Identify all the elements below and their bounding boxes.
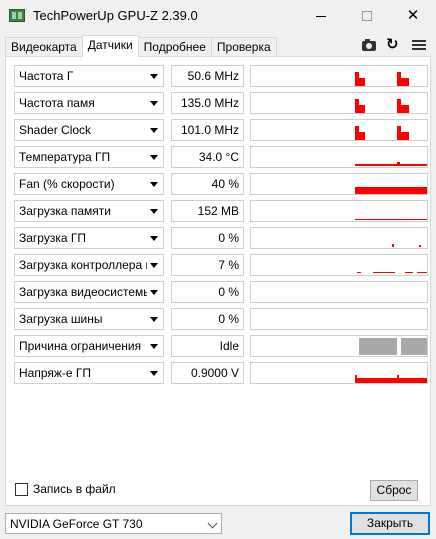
sensor-graph [250, 227, 428, 249]
window-title: TechPowerUp GPU-Z 2.39.0 [33, 8, 198, 23]
tab-bar: Видеокарта Датчики Подробнее Проверка [5, 35, 277, 57]
dropdown-arrow-icon [150, 344, 158, 349]
dropdown-arrow-icon [150, 290, 158, 295]
sensor-dropdown[interactable]: Температура ГП [14, 146, 164, 168]
sensor-label: Загрузка видеосистемы [19, 285, 147, 299]
sensor-row: Напряж-е ГП 0.9000 V [14, 362, 428, 384]
sensor-row: Загрузка памяти 152 MB [14, 200, 428, 222]
chevron-down-icon [207, 518, 218, 529]
sensor-label: Напряж-е ГП [19, 366, 92, 380]
sensor-value: 152 MB [171, 200, 244, 222]
tab-sensors[interactable]: Датчики [81, 35, 139, 57]
sensor-row: Причина ограничения Idle [14, 335, 428, 357]
tab-advanced[interactable]: Подробнее [137, 37, 212, 57]
sensor-graph [250, 281, 428, 303]
sensor-value: 101.0 MHz [171, 119, 244, 141]
sensor-graph [250, 254, 428, 276]
close-window-button[interactable]: ✕ [390, 0, 436, 31]
sensor-label: Shader Clock [19, 123, 92, 137]
sensor-dropdown[interactable]: Причина ограничения [14, 335, 164, 357]
refresh-icon[interactable]: ↻ [386, 37, 402, 52]
sensor-dropdown[interactable]: Загрузка контроллера пам. [14, 254, 164, 276]
gpu-select-value: NVIDIA GeForce GT 730 [10, 517, 143, 531]
close-button[interactable]: Закрыть [350, 512, 430, 535]
sensor-dropdown[interactable]: Загрузка видеосистемы [14, 281, 164, 303]
sensor-value: 50.6 MHz [171, 65, 244, 87]
sensor-label: Загрузка памяти [19, 204, 111, 218]
menu-icon[interactable] [412, 38, 426, 52]
sensor-graph [250, 119, 428, 141]
sensor-dropdown[interactable]: Частота Г [14, 65, 164, 87]
gpu-select[interactable]: NVIDIA GeForce GT 730 [5, 513, 222, 534]
reset-button[interactable]: Сброс [370, 480, 418, 501]
sensor-label: Частота памя [19, 96, 95, 110]
close-icon: ✕ [406, 7, 420, 24]
sensor-value: 135.0 MHz [171, 92, 244, 114]
sensor-value: 7 % [171, 254, 244, 276]
maximize-icon [362, 11, 372, 22]
tab-graphics-card[interactable]: Видеокарта [5, 37, 83, 57]
dropdown-arrow-icon [150, 236, 158, 241]
sensor-dropdown[interactable]: Загрузка шины [14, 308, 164, 330]
dropdown-arrow-icon [150, 182, 158, 187]
sensor-value: 34.0 °C [171, 146, 244, 168]
sensor-label: Загрузка ГП [19, 231, 86, 245]
sensor-row: Fan (% скорости) 40 % [14, 173, 428, 195]
dropdown-arrow-icon [150, 371, 158, 376]
sensor-graph [250, 65, 428, 87]
sensor-value: Idle [171, 335, 244, 357]
sensor-graph [250, 362, 428, 384]
sensor-row: Загрузка контроллера пам. 7 % [14, 254, 428, 276]
sensor-value: 0 % [171, 308, 244, 330]
sensor-row: Частота памя 135.0 MHz [14, 92, 428, 114]
sensor-value: 0.9000 V [171, 362, 244, 384]
dropdown-arrow-icon [150, 128, 158, 133]
sensor-row: Загрузка ГП 0 % [14, 227, 428, 249]
log-to-file[interactable]: Запись в файл [15, 482, 116, 496]
sensor-graph [250, 308, 428, 330]
log-to-file-checkbox[interactable] [15, 482, 28, 496]
sensor-label: Загрузка контроллера пам. [19, 258, 147, 272]
sensor-label: Загрузка шины [19, 312, 103, 326]
sensor-label: Причина ограничения [19, 339, 142, 353]
camera-icon[interactable] [362, 39, 376, 51]
sensor-label: Частота Г [19, 69, 74, 83]
dropdown-arrow-icon [150, 209, 158, 214]
sensor-value: 0 % [171, 227, 244, 249]
sensor-label: Температура ГП [19, 150, 111, 164]
sensor-graph [250, 173, 428, 195]
sensor-row: Температура ГП 34.0 °C [14, 146, 428, 168]
log-to-file-label: Запись в файл [33, 482, 116, 496]
sensor-value: 40 % [171, 173, 244, 195]
sensor-row: Shader Clock 101.0 MHz [14, 119, 428, 141]
sensor-dropdown[interactable]: Загрузка памяти [14, 200, 164, 222]
sensor-dropdown[interactable]: Напряж-е ГП [14, 362, 164, 384]
sensor-dropdown[interactable]: Частота памя [14, 92, 164, 114]
sensor-dropdown[interactable]: Shader Clock [14, 119, 164, 141]
sensor-row: Загрузка шины 0 % [14, 308, 428, 330]
maximize-button[interactable] [344, 0, 390, 31]
minimize-button[interactable] [298, 0, 344, 31]
sensor-graph [250, 146, 428, 168]
sensor-dropdown[interactable]: Загрузка ГП [14, 227, 164, 249]
tab-validation[interactable]: Проверка [210, 37, 277, 57]
dropdown-arrow-icon [150, 317, 158, 322]
minimize-icon [316, 15, 326, 17]
sensor-row: Частота Г 50.6 MHz [14, 65, 428, 87]
sensors-panel: Частота Г 50.6 MHz Частота памя 135.0 MH… [5, 56, 431, 506]
dropdown-arrow-icon [150, 101, 158, 106]
sensor-label: Fan (% скорости) [19, 177, 115, 191]
dropdown-arrow-icon [150, 74, 158, 79]
dropdown-arrow-icon [150, 263, 158, 268]
sensor-graph [250, 92, 428, 114]
sensor-graph [250, 335, 428, 357]
sensor-dropdown[interactable]: Fan (% скорости) [14, 173, 164, 195]
dropdown-arrow-icon [150, 155, 158, 160]
sensor-graph [250, 200, 428, 222]
gpuz-logo-icon [9, 9, 25, 22]
sensor-value: 0 % [171, 281, 244, 303]
sensor-row: Загрузка видеосистемы 0 % [14, 281, 428, 303]
toolbar-icons: ↻ [362, 36, 426, 54]
title-bar: TechPowerUp GPU-Z 2.39.0 ✕ [0, 0, 436, 31]
